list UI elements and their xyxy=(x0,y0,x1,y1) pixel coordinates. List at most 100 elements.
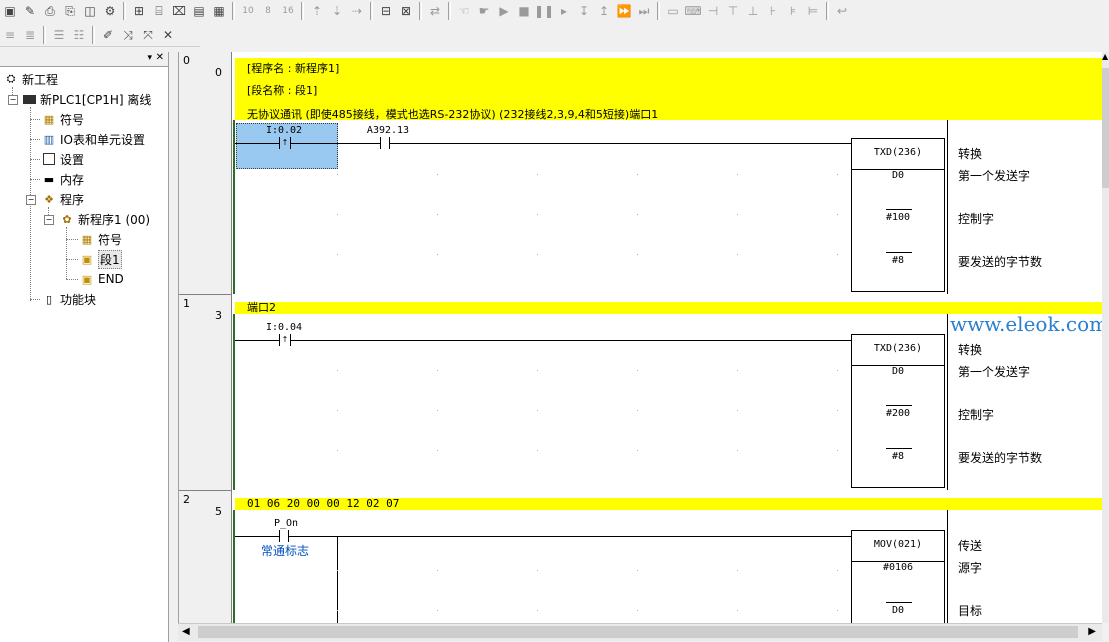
tree-item-io-table[interactable]: ▥ IO表和单元设置 xyxy=(42,130,145,148)
operand-comment: 控制字 xyxy=(958,212,995,226)
list-icon[interactable]: ☰ xyxy=(51,27,67,43)
align-right-icon[interactable]: ≣ xyxy=(22,27,38,43)
grid-dot xyxy=(337,610,338,611)
run-icon[interactable]: ☛ xyxy=(476,3,492,19)
mov-instruction[interactable]: MOV(021) #0106 D0 xyxy=(851,530,945,623)
num-10-icon[interactable]: 10 xyxy=(240,3,256,19)
transfer2-icon[interactable]: ⤧ xyxy=(140,27,156,43)
grid-icon[interactable]: ▭ xyxy=(665,3,681,19)
secondary-toolbar: ≡ ≣ ☰ ☷ ✐ ⤨ ⤧ ✕ xyxy=(0,24,200,47)
num-8-icon[interactable]: 8 xyxy=(260,3,276,19)
window-icon[interactable]: ▤ xyxy=(191,3,207,19)
undo-icon[interactable]: ↩ xyxy=(834,3,850,19)
tree-root[interactable]: ⛭ 新工程 xyxy=(4,70,58,88)
tree-item-settings[interactable]: 设置 xyxy=(42,150,84,168)
jump-icon[interactable]: ⇢ xyxy=(349,3,365,19)
scroll-right-icon[interactable]: ▶ xyxy=(1088,626,1096,637)
properties-icon[interactable]: ⚙ xyxy=(102,3,118,19)
keyboard-icon[interactable]: ⌨ xyxy=(684,3,701,19)
scroll-left-icon[interactable]: ◀ xyxy=(182,626,190,637)
collapse-icon[interactable]: − xyxy=(44,215,54,225)
grid-dot xyxy=(637,214,638,215)
tree-item-memory[interactable]: ▬ 内存 xyxy=(42,170,84,188)
grid-dot xyxy=(337,410,338,411)
new-icon[interactable]: ▣ xyxy=(2,3,18,19)
rung-comment: 无协议通讯 (即使485接线，模式也选RS-232协议) (232接线2,3,9… xyxy=(247,108,659,121)
network-icon[interactable]: ⊞ xyxy=(131,3,147,19)
coil-icon[interactable]: ⊤ xyxy=(725,3,741,19)
memory-icon[interactable]: ▦ xyxy=(211,3,227,19)
vertical-scrollbar[interactable]: ▲ xyxy=(1102,52,1109,623)
stop-icon[interactable]: ■ xyxy=(516,3,532,19)
collapse-icon[interactable]: − xyxy=(8,95,18,105)
end-icon[interactable]: ⏭ xyxy=(636,3,652,19)
mnemonic-icon[interactable]: ⊠ xyxy=(398,3,414,19)
grid-dot xyxy=(437,450,438,451)
pause-icon[interactable]: ❚❚ xyxy=(534,3,554,19)
tree-close-icon[interactable]: ✕ xyxy=(156,52,164,63)
grid-dot xyxy=(737,174,738,175)
txd-instruction[interactable]: TXD(236) D0 #200 #8 xyxy=(851,334,945,488)
instr-operand: #8 xyxy=(891,255,905,266)
grid-dot xyxy=(437,370,438,371)
transfer-icon[interactable]: ⤨ xyxy=(120,27,136,43)
tree-dropdown-icon[interactable]: ▾ xyxy=(147,53,152,63)
tree-plc[interactable]: 新PLC1[CP1H] 离线 xyxy=(22,90,151,108)
instr-operand: D0 xyxy=(891,366,905,377)
align-left-icon[interactable]: ≡ xyxy=(2,27,18,43)
ladder-icon[interactable]: ⊟ xyxy=(378,3,394,19)
io-icon[interactable]: ⌧ xyxy=(171,3,187,19)
split-icon[interactable]: ◫ xyxy=(82,3,98,19)
tree-root-label: 新工程 xyxy=(22,72,59,87)
io-table-icon: ▥ xyxy=(43,132,55,146)
grid-dot xyxy=(737,370,738,371)
monitor-icon[interactable]: ⌸ xyxy=(151,3,167,19)
scroll-up-icon[interactable]: ▲ xyxy=(1102,52,1109,66)
tree-item-function-blocks[interactable]: ▯ 功能块 xyxy=(42,290,96,308)
scroll-thumb[interactable] xyxy=(1102,68,1109,188)
func2-icon[interactable]: ⊦ xyxy=(765,3,781,19)
tree-item-symbols[interactable]: ▦ 符号 xyxy=(42,110,84,128)
project-icon: ⛭ xyxy=(6,72,16,85)
list2-icon[interactable]: ☷ xyxy=(71,27,87,43)
num-16-icon[interactable]: 16 xyxy=(280,3,296,19)
func-icon[interactable]: ⊥ xyxy=(745,3,761,19)
step-out-icon[interactable]: ↥ xyxy=(596,3,612,19)
tree-panel-header: ▾ ✕ xyxy=(0,52,168,67)
cross-icon[interactable]: ✕ xyxy=(160,27,176,43)
hand-icon[interactable]: ☜ xyxy=(456,3,472,19)
step-in-icon[interactable]: ↧ xyxy=(576,3,592,19)
instr-name: TXD(236) xyxy=(873,147,923,158)
step-icon[interactable]: ▸ xyxy=(556,3,572,19)
ladder-editor: 0 0 [程序名 : 新程序1] [段名称 : 段1] 无协议通讯 (即使485… xyxy=(178,52,1103,623)
fast-forward-icon[interactable]: ⏩ xyxy=(616,3,632,19)
grid-dot xyxy=(337,370,338,371)
horizontal-scrollbar[interactable]: ◀ ▶ xyxy=(178,623,1102,641)
up-icon[interactable]: ⇡ xyxy=(309,3,325,19)
tree-item-section1[interactable]: ▣ 段1 xyxy=(80,249,122,269)
txd-instruction[interactable]: TXD(236) D0 #100 #8 xyxy=(851,138,945,292)
tree-item-end[interactable]: ▣ END xyxy=(80,270,124,288)
print-icon[interactable]: ⎘ xyxy=(62,3,78,19)
operand-comment: 目标 xyxy=(958,604,983,618)
collapse-icon[interactable]: − xyxy=(26,195,36,205)
tree-item-program1[interactable]: ✿ 新程序1 (00) xyxy=(60,210,150,228)
instr-operand: #200 xyxy=(885,408,911,419)
online-icon[interactable]: ⇄ xyxy=(427,3,443,19)
down-icon[interactable]: ⇣ xyxy=(329,3,345,19)
print-preview-icon[interactable]: ⎙ xyxy=(42,3,58,19)
func4-icon[interactable]: ⊨ xyxy=(805,3,821,19)
grid-dot xyxy=(437,570,438,571)
grid-dot xyxy=(737,254,738,255)
section-icon: ▣ xyxy=(81,252,93,266)
scroll-thumb[interactable] xyxy=(198,626,1078,638)
grid-dot xyxy=(637,174,638,175)
pen-icon[interactable]: ✐ xyxy=(100,27,116,43)
operand-comment: 源字 xyxy=(958,561,983,575)
func3-icon[interactable]: ⊧ xyxy=(785,3,801,19)
tree-item-program-symbols[interactable]: ▦ 符号 xyxy=(80,230,122,248)
tree-item-programs[interactable]: ❖ 程序 xyxy=(42,190,84,208)
contact-icon[interactable]: ⊣ xyxy=(705,3,721,19)
play-icon[interactable]: ▶ xyxy=(496,3,512,19)
edit-icon[interactable]: ✎ xyxy=(22,3,38,19)
